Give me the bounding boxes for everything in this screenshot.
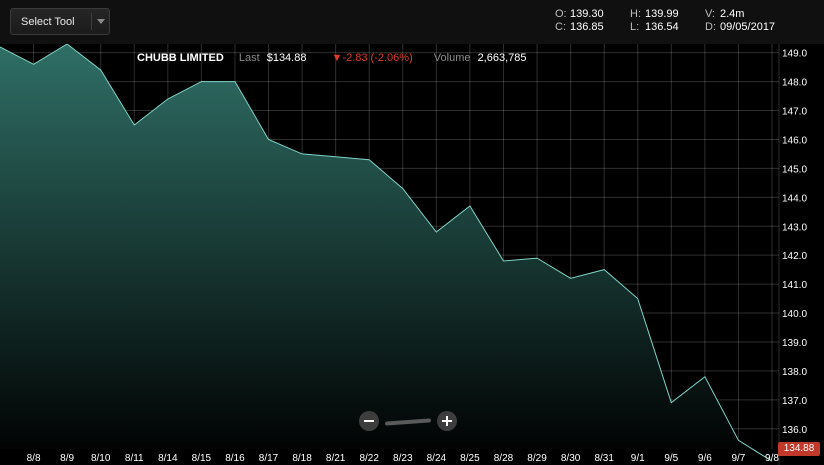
y-tick-label: 147.0 xyxy=(782,107,807,118)
x-tick-label: 8/16 xyxy=(225,453,245,464)
price-area xyxy=(0,44,772,462)
x-tick-label: 8/21 xyxy=(326,453,346,464)
y-tick-label: 148.0 xyxy=(782,78,807,89)
x-tick-label: 8/23 xyxy=(393,453,413,464)
high-label: H: xyxy=(630,8,641,20)
select-tool-label: Select Tool xyxy=(21,16,75,28)
x-tick-label: 8/14 xyxy=(158,453,178,464)
x-tick-label: 8/22 xyxy=(359,453,379,464)
y-tick-label: 149.0 xyxy=(782,49,807,60)
dropdown-divider xyxy=(91,13,92,30)
date-label: D: xyxy=(705,21,716,33)
quote-header: CHUBB LIMITED Last $134.88 ▼-2.83 (-2.06… xyxy=(137,52,537,65)
toolbar: Select Tool O: 139.30 C: 136.85 H: 139.99 L… xyxy=(0,0,824,44)
date-value: 09/05/2017 xyxy=(720,21,776,33)
price-chart[interactable]: 8/8 8/9 8/10 8/11 8/14 8/15 8/16 8/17 8/18 8/21 8/… xyxy=(0,44,824,465)
volume-label: Volume xyxy=(433,52,471,64)
volume-short-label: V: xyxy=(705,8,715,20)
close-value: 136.85 xyxy=(570,21,604,33)
x-tick-label: 9/5 xyxy=(664,453,678,464)
x-tick-label: 8/11 xyxy=(125,453,144,464)
x-tick-label: 8/18 xyxy=(292,453,312,464)
x-tick-label: 9/7 xyxy=(731,453,745,464)
ohlc-volume-date: V: 2.4m D: 09/05/2017 xyxy=(705,8,775,34)
y-tick-label: 146.0 xyxy=(782,135,807,146)
volume-value: 2,663,785 xyxy=(477,52,527,64)
y-tick-label: 137.0 xyxy=(782,396,807,407)
x-tick-label: 9/6 xyxy=(698,453,712,464)
ohlc-open-close: O: 139.30 C: 136.85 xyxy=(555,8,604,34)
x-tick-label: 8/17 xyxy=(259,453,279,464)
open-value: 139.30 xyxy=(570,8,604,20)
volume-short-value: 2.4m xyxy=(720,8,745,20)
y-tick-label: 136.0 xyxy=(782,425,807,436)
zoom-in-button[interactable] xyxy=(437,411,457,431)
zoom-control xyxy=(359,411,459,433)
zoom-out-button[interactable] xyxy=(359,411,379,431)
x-tick-label: 8/8 xyxy=(27,453,41,464)
low-value: 136.54 xyxy=(645,21,679,33)
open-label: O: xyxy=(555,8,567,20)
company-name: CHUBB LIMITED xyxy=(137,52,224,64)
last-label: Last xyxy=(238,52,260,64)
x-tick-label: 8/10 xyxy=(91,453,111,464)
chart-app: Select Tool O: 139.30 C: 136.85 H: 139.99 L… xyxy=(0,0,824,465)
current-price-tag: 134.88 xyxy=(778,442,820,456)
last-price: $134.88 xyxy=(266,52,307,64)
y-tick-label: 138.0 xyxy=(782,367,807,378)
low-label: L: xyxy=(630,21,640,33)
x-axis-labels: 8/8 8/9 8/10 8/11 8/14 8/15 8/16 8/17 8/18 8/21 8/… xyxy=(27,453,780,464)
ohlc-high-low: H: 139.99 L: 136.54 xyxy=(630,8,679,34)
chevron-down-icon[interactable] xyxy=(97,19,105,24)
y-tick-label: 140.0 xyxy=(782,309,807,320)
x-tick-label: 8/29 xyxy=(527,453,547,464)
x-tick-label: 8/15 xyxy=(192,453,212,464)
y-tick-label: 139.0 xyxy=(782,338,807,349)
price-change: ▼-2.83 (-2.06%) xyxy=(331,52,413,64)
y-tick-label: 141.0 xyxy=(782,280,807,291)
minus-icon xyxy=(364,420,374,422)
x-tick-label: 8/30 xyxy=(561,453,581,464)
x-tick-label: 8/25 xyxy=(460,453,480,464)
select-tool-dropdown[interactable]: Select Tool xyxy=(10,8,110,35)
y-tick-label: 142.0 xyxy=(782,251,807,262)
y-tick-label: 144.0 xyxy=(782,193,807,204)
close-label: C: xyxy=(555,21,566,33)
x-tick-label: 9/1 xyxy=(631,453,645,464)
y-axis-labels: 136.0 137.0 138.0 139.0 140.0 141.0 142.0 143.0… xyxy=(782,49,807,436)
x-tick-label: 8/28 xyxy=(494,453,514,464)
x-tick-label: 8/9 xyxy=(60,453,74,464)
high-value: 139.99 xyxy=(645,8,679,20)
x-tick-label: 8/24 xyxy=(427,453,447,464)
y-tick-label: 145.0 xyxy=(782,164,807,175)
y-tick-label: 143.0 xyxy=(782,222,807,233)
zoom-slider[interactable] xyxy=(385,418,431,426)
plus-icon-v xyxy=(446,416,448,426)
x-tick-label: 8/31 xyxy=(594,453,614,464)
